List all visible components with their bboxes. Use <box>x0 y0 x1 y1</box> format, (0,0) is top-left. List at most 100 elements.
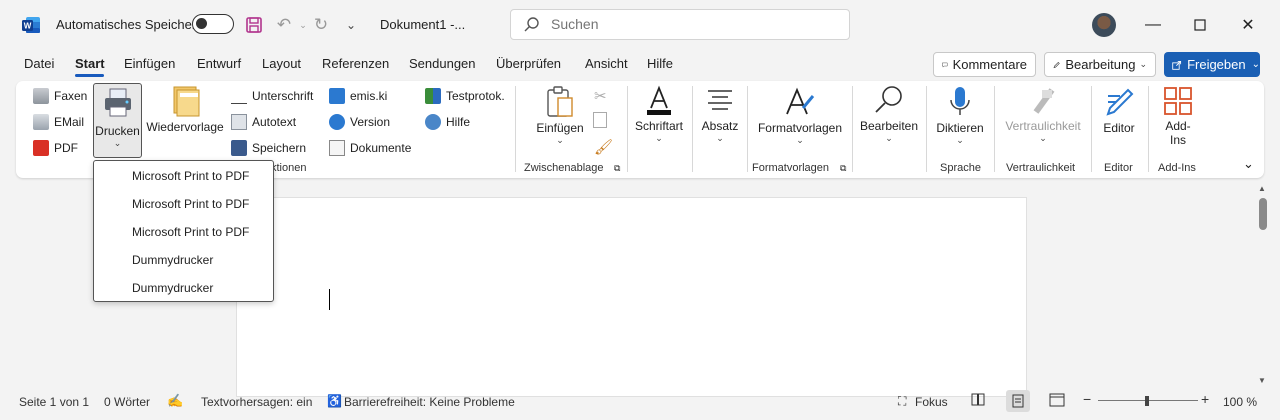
vertical-scrollbar[interactable]: ▲ ▼ <box>1256 184 1270 390</box>
autotext-icon <box>231 114 247 130</box>
styles-launcher-icon[interactable]: ⧉ <box>840 163 846 174</box>
paragraph-button[interactable]: Absatz ⌄ <box>697 86 743 144</box>
editing-chevron-icon[interactable]: ⌄ <box>857 133 921 144</box>
paste-chevron-icon[interactable]: ⌄ <box>534 135 586 146</box>
pencil-icon <box>1053 61 1060 68</box>
maximize-icon[interactable] <box>1185 10 1215 40</box>
printer-menu-item[interactable]: Microsoft Print to PDF <box>132 197 249 211</box>
documents-button[interactable]: Dokumente <box>329 140 411 156</box>
focus-mode-button[interactable]: Fokus <box>915 395 948 409</box>
styles-button[interactable]: Formatvorlagen ⌄ <box>754 86 846 146</box>
font-button[interactable]: Schriftart ⌄ <box>632 84 686 144</box>
collapse-ribbon-icon[interactable]: ⌄ <box>1243 156 1254 172</box>
zoom-in-icon[interactable]: + <box>1201 391 1209 407</box>
tab-einfuegen[interactable]: Einfügen <box>124 56 175 71</box>
tab-entwurf[interactable]: Entwurf <box>197 56 241 71</box>
printer-menu-item[interactable]: Microsoft Print to PDF <box>132 225 249 239</box>
tab-start[interactable]: Start <box>75 56 105 71</box>
documents-icon <box>329 140 345 156</box>
search-box[interactable] <box>510 9 850 40</box>
proofing-icon[interactable]: ✍ <box>167 393 183 409</box>
scrollbar-thumb[interactable] <box>1259 198 1267 230</box>
read-mode-icon[interactable] <box>971 393 985 409</box>
help-ribbon-button[interactable]: Hilfe <box>425 114 470 130</box>
tab-ueberpruefen[interactable]: Überprüfen <box>496 56 561 71</box>
version-button[interactable]: Version <box>329 114 390 130</box>
tab-referenzen[interactable]: Referenzen <box>322 56 389 71</box>
minimize-icon[interactable]: ― <box>1138 10 1168 40</box>
save-icon[interactable] <box>243 14 265 36</box>
separator <box>926 86 927 172</box>
tab-hilfe[interactable]: Hilfe <box>647 56 673 71</box>
cut-icon[interactable]: ✂ <box>594 87 607 105</box>
print-dropdown-icon[interactable]: ⌄ <box>94 138 141 149</box>
editing-label: Bearbeitung <box>1065 57 1136 72</box>
styles-chevron-icon[interactable]: ⌄ <box>754 135 846 146</box>
search-input[interactable] <box>551 16 831 32</box>
zoom-out-icon[interactable]: − <box>1083 391 1091 407</box>
emiski-button[interactable]: emis.ki <box>329 88 387 104</box>
share-chevron-icon[interactable]: ⌄ <box>1252 59 1260 70</box>
printer-menu-item[interactable]: Microsoft Print to PDF <box>132 169 249 183</box>
word-count[interactable]: 0 Wörter <box>104 395 150 409</box>
print-button[interactable]: Drucken ⌄ <box>93 83 142 158</box>
redo-icon[interactable]: ↻ <box>310 14 332 36</box>
editor-button[interactable]: Editor <box>1097 86 1141 135</box>
zoom-slider-thumb[interactable] <box>1145 396 1149 406</box>
fax-button[interactable]: Faxen <box>33 88 87 104</box>
scroll-up-icon[interactable]: ▲ <box>1258 184 1266 193</box>
version-label: Version <box>350 115 391 129</box>
document-page[interactable] <box>236 197 1027 397</box>
tab-layout[interactable]: Layout <box>262 56 301 71</box>
zoom-level[interactable]: 100 % <box>1223 395 1257 409</box>
format-painter-icon[interactable]: 🖌 <box>594 138 613 156</box>
printer-menu-item[interactable]: Dummydrucker <box>132 281 213 295</box>
close-icon[interactable]: ✕ <box>1233 10 1263 40</box>
sensitivity-chevron-icon[interactable]: ⌄ <box>1000 133 1086 144</box>
autosave-label: Automatisches Speichern <box>56 17 204 32</box>
paste-button[interactable]: Einfügen ⌄ <box>534 86 586 146</box>
sensitivity-label: Vertraulichkeit <box>1005 119 1081 133</box>
share-button[interactable]: Freigeben ⌄ <box>1164 52 1260 77</box>
text-prediction-status[interactable]: Textvorhersagen: ein <box>201 395 312 409</box>
dictate-button[interactable]: Diktieren ⌄ <box>932 86 988 146</box>
page-count[interactable]: Seite 1 von 1 <box>19 395 89 409</box>
sensitivity-button[interactable]: Vertraulichkeit ⌄ <box>1000 86 1086 144</box>
dialog-launcher-icon[interactable]: ⧉ <box>614 163 620 174</box>
paragraph-chevron-icon[interactable]: ⌄ <box>697 133 743 144</box>
autosave-toggle[interactable] <box>192 14 234 34</box>
scroll-down-icon[interactable]: ▼ <box>1258 376 1266 385</box>
signature-button[interactable]: Unterschrift <box>231 88 313 104</box>
tab-ansicht[interactable]: Ansicht <box>585 56 628 71</box>
separator <box>994 86 995 172</box>
avatar[interactable] <box>1092 13 1116 37</box>
addins-button[interactable]: Add- Ins <box>1156 86 1200 147</box>
document-title[interactable]: Dokument1 -... <box>380 17 465 32</box>
customize-qat-icon[interactable]: ⌄ <box>340 14 362 36</box>
resubmission-button[interactable]: Wiedervorlage <box>145 85 225 134</box>
autotext-button[interactable]: Autotext <box>231 114 296 130</box>
resubmission-label: Wiedervorlage <box>146 120 224 134</box>
tab-sendungen[interactable]: Sendungen <box>409 56 476 71</box>
word-logo-icon: W <box>22 17 40 33</box>
sensitivity-icon <box>1033 88 1055 114</box>
save-ribbon-button[interactable]: Speichern <box>231 140 306 156</box>
signature-icon <box>231 88 247 104</box>
email-button[interactable]: EMail <box>33 114 84 130</box>
tab-datei[interactable]: Datei <box>24 56 54 71</box>
font-chevron-icon[interactable]: ⌄ <box>632 133 686 144</box>
styles-label: Formatvorlagen <box>757 121 843 135</box>
print-layout-icon[interactable] <box>1006 390 1030 412</box>
web-layout-icon[interactable] <box>1049 393 1065 410</box>
dictate-chevron-icon[interactable]: ⌄ <box>932 135 988 146</box>
autotext-label: Autotext <box>252 115 297 129</box>
pdf-button[interactable]: PDF <box>33 140 78 156</box>
editing-mode-button[interactable]: Bearbeitung ⌄ <box>1044 52 1156 77</box>
test-protocol-button[interactable]: Testprotok. <box>425 88 505 104</box>
comments-button[interactable]: Kommentare <box>933 52 1036 77</box>
accessibility-status[interactable]: Barrierefreiheit: Keine Probleme <box>344 395 515 409</box>
editing-button[interactable]: Bearbeiten ⌄ <box>857 84 921 144</box>
copy-icon[interactable] <box>593 112 607 128</box>
email-label: EMail <box>54 115 85 129</box>
printer-menu-item[interactable]: Dummydrucker <box>132 253 213 267</box>
